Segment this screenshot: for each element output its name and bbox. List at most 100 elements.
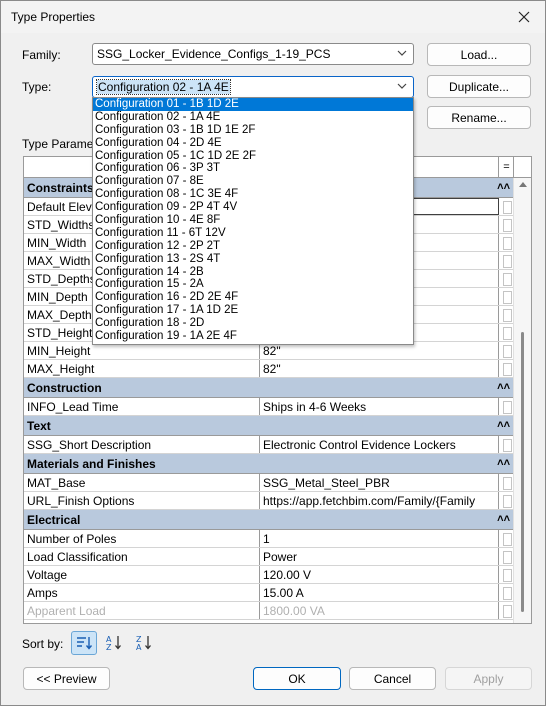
parameter-value[interactable]: 120.00 V bbox=[260, 566, 499, 583]
parameter-value[interactable]: 15.00 A bbox=[260, 584, 499, 601]
parameter-value[interactable]: Ships in 4-6 Weeks bbox=[260, 398, 499, 415]
table-row: Amps 15.00 A bbox=[24, 584, 514, 602]
formula-cell[interactable] bbox=[500, 584, 514, 601]
parameter-name: MAT_Base bbox=[24, 474, 260, 491]
type-dropdown-option[interactable]: Configuration 07 - 8E bbox=[93, 175, 413, 188]
grid-section-header[interactable]: Text ˄˄ bbox=[24, 416, 514, 436]
formula-cell[interactable] bbox=[500, 234, 514, 251]
type-dropdown-option[interactable]: Configuration 13 - 2S 4T bbox=[93, 253, 413, 266]
section-title: Construction bbox=[27, 381, 102, 395]
formula-cell[interactable] bbox=[500, 398, 514, 415]
parameter-name: INFO_Lead Time bbox=[24, 398, 260, 415]
grid-section-header[interactable]: Electrical ˄˄ bbox=[24, 510, 514, 530]
parameter-name: Load Classification bbox=[24, 548, 260, 565]
type-dropdown-option[interactable]: Configuration 11 - 6T 12V bbox=[93, 227, 413, 240]
formula-cell[interactable] bbox=[500, 530, 514, 547]
load-button[interactable]: Load... bbox=[427, 43, 531, 66]
collapse-icon[interactable]: ˄˄ bbox=[497, 457, 510, 469]
collapse-icon[interactable]: ˄˄ bbox=[497, 419, 510, 431]
grid-section-header[interactable]: Materials and Finishes ˄˄ bbox=[24, 454, 514, 474]
formula-cell[interactable] bbox=[500, 342, 514, 359]
formula-cell[interactable] bbox=[500, 566, 514, 583]
section-title: Materials and Finishes bbox=[27, 457, 156, 471]
table-row: Apparent Load 1800.00 VA bbox=[24, 602, 514, 620]
type-dropdown-option[interactable]: Configuration 18 - 2D bbox=[93, 317, 413, 330]
type-dropdown-option[interactable]: Configuration 19 - 1A 2E 4F bbox=[93, 330, 413, 343]
grid-scrollbar[interactable] bbox=[513, 178, 531, 623]
formula-cell[interactable] bbox=[500, 270, 514, 287]
sort-descending-button[interactable]: Z A bbox=[131, 631, 157, 655]
table-row: INFO_Lead Time Ships in 4-6 Weeks bbox=[24, 398, 514, 416]
type-dropdown-option[interactable]: Configuration 16 - 2D 2E 4F bbox=[93, 291, 413, 304]
parameter-value[interactable]: Power bbox=[260, 548, 499, 565]
formula-cell[interactable] bbox=[500, 474, 514, 491]
chevron-down-icon bbox=[397, 83, 407, 89]
formula-cell[interactable] bbox=[500, 306, 514, 323]
type-dropdown-option[interactable]: Configuration 15 - 2A bbox=[93, 278, 413, 291]
type-dropdown-option[interactable]: Configuration 04 - 2D 4E bbox=[93, 137, 413, 150]
formula-cell[interactable] bbox=[500, 436, 514, 453]
type-combobox[interactable]: Configuration 02 - 1A 4E bbox=[92, 76, 414, 98]
table-row: Load Classification Power bbox=[24, 548, 514, 566]
table-row: URL_Finish Options https://app.fetchbim.c… bbox=[24, 492, 514, 510]
parameter-value[interactable]: 82" bbox=[260, 360, 499, 377]
grid-header-formula[interactable]: = bbox=[500, 157, 514, 177]
parameter-value[interactable]: SSG_Metal_Steel_PBR bbox=[260, 474, 499, 491]
formula-cell[interactable] bbox=[500, 324, 514, 341]
ok-button[interactable]: OK bbox=[253, 667, 341, 690]
family-label: Family: bbox=[22, 48, 61, 62]
grid-section-header[interactable]: Construction ˄˄ bbox=[24, 378, 514, 398]
formula-cell[interactable] bbox=[500, 198, 514, 215]
formula-cell[interactable] bbox=[500, 360, 514, 377]
formula-cell[interactable] bbox=[500, 216, 514, 233]
parameter-value[interactable]: 1800.00 VA bbox=[260, 602, 499, 619]
collapse-icon[interactable]: ˄˄ bbox=[497, 381, 510, 393]
table-row: Voltage 120.00 V bbox=[24, 566, 514, 584]
parameter-value[interactable]: Electronic Control Evidence Lockers bbox=[260, 436, 499, 453]
sort-grouped-button[interactable] bbox=[71, 631, 97, 655]
apply-button[interactable]: Apply bbox=[445, 667, 532, 690]
section-title: Constraints bbox=[27, 181, 94, 195]
type-dropdown-list[interactable]: Configuration 01 - 1B 1D 2E Configuration… bbox=[92, 97, 414, 345]
scroll-thumb[interactable] bbox=[521, 332, 524, 612]
preview-button[interactable]: << Preview bbox=[23, 667, 110, 690]
close-button[interactable] bbox=[511, 5, 537, 29]
formula-cell[interactable] bbox=[500, 252, 514, 269]
family-combobox[interactable]: SSG_Locker_Evidence_Configs_1-19_PCS bbox=[92, 43, 414, 65]
sort-grouped-icon bbox=[77, 637, 93, 650]
chevron-down-icon bbox=[397, 50, 407, 56]
type-dropdown-option[interactable]: Configuration 17 - 1A 1D 2E bbox=[93, 304, 413, 317]
parameter-name: Apparent Load bbox=[24, 602, 260, 619]
scroll-up-icon[interactable] bbox=[519, 182, 527, 187]
formula-cell[interactable] bbox=[500, 492, 514, 509]
collapse-icon[interactable]: ˄˄ bbox=[497, 513, 510, 525]
sort-ascending-button[interactable]: A Z bbox=[101, 631, 127, 655]
table-row: Number of Poles 1 bbox=[24, 530, 514, 548]
type-dropdown-option[interactable]: Configuration 08 - 1C 3E 4F bbox=[93, 188, 413, 201]
rename-button[interactable]: Rename... bbox=[427, 106, 531, 129]
type-label: Type: bbox=[22, 80, 52, 94]
parameter-name: Number of Poles bbox=[24, 530, 260, 547]
type-dropdown-option[interactable]: Configuration 09 - 2P 4T 4V bbox=[93, 201, 413, 214]
type-dropdown-option[interactable]: Configuration 05 - 1C 1D 2E 2F bbox=[93, 150, 413, 163]
family-value: SSG_Locker_Evidence_Configs_1-19_PCS bbox=[97, 47, 331, 61]
cancel-button[interactable]: Cancel bbox=[349, 667, 436, 690]
parameter-name: Voltage bbox=[24, 566, 260, 583]
type-dropdown-option[interactable]: Configuration 06 - 3P 3T bbox=[93, 162, 413, 175]
type-dropdown-option[interactable]: Configuration 14 - 2B bbox=[93, 266, 413, 279]
formula-cell[interactable] bbox=[500, 548, 514, 565]
parameter-value[interactable]: https://app.fetchbim.com/Family/{Family bbox=[260, 492, 499, 509]
type-dropdown-option[interactable]: Configuration 12 - 2P 2T bbox=[93, 240, 413, 253]
duplicate-button[interactable]: Duplicate... bbox=[427, 75, 531, 98]
collapse-icon[interactable]: ˄˄ bbox=[497, 181, 510, 193]
parameter-name: URL_Finish Options bbox=[24, 492, 260, 509]
type-dropdown-option[interactable]: Configuration 10 - 4E 8F bbox=[93, 214, 413, 227]
sort-by-label: Sort by: bbox=[22, 637, 64, 651]
type-dropdown-option[interactable]: Configuration 01 - 1B 1D 2E bbox=[93, 98, 413, 111]
type-dropdown-option[interactable]: Configuration 03 - 1B 1D 1E 2F bbox=[93, 124, 413, 137]
type-dropdown-option[interactable]: Configuration 02 - 1A 4E bbox=[93, 111, 413, 124]
table-row: MAX_Height 82" bbox=[24, 360, 514, 378]
parameter-value[interactable]: 1 bbox=[260, 530, 499, 547]
formula-cell[interactable] bbox=[500, 602, 514, 619]
formula-cell[interactable] bbox=[500, 288, 514, 305]
